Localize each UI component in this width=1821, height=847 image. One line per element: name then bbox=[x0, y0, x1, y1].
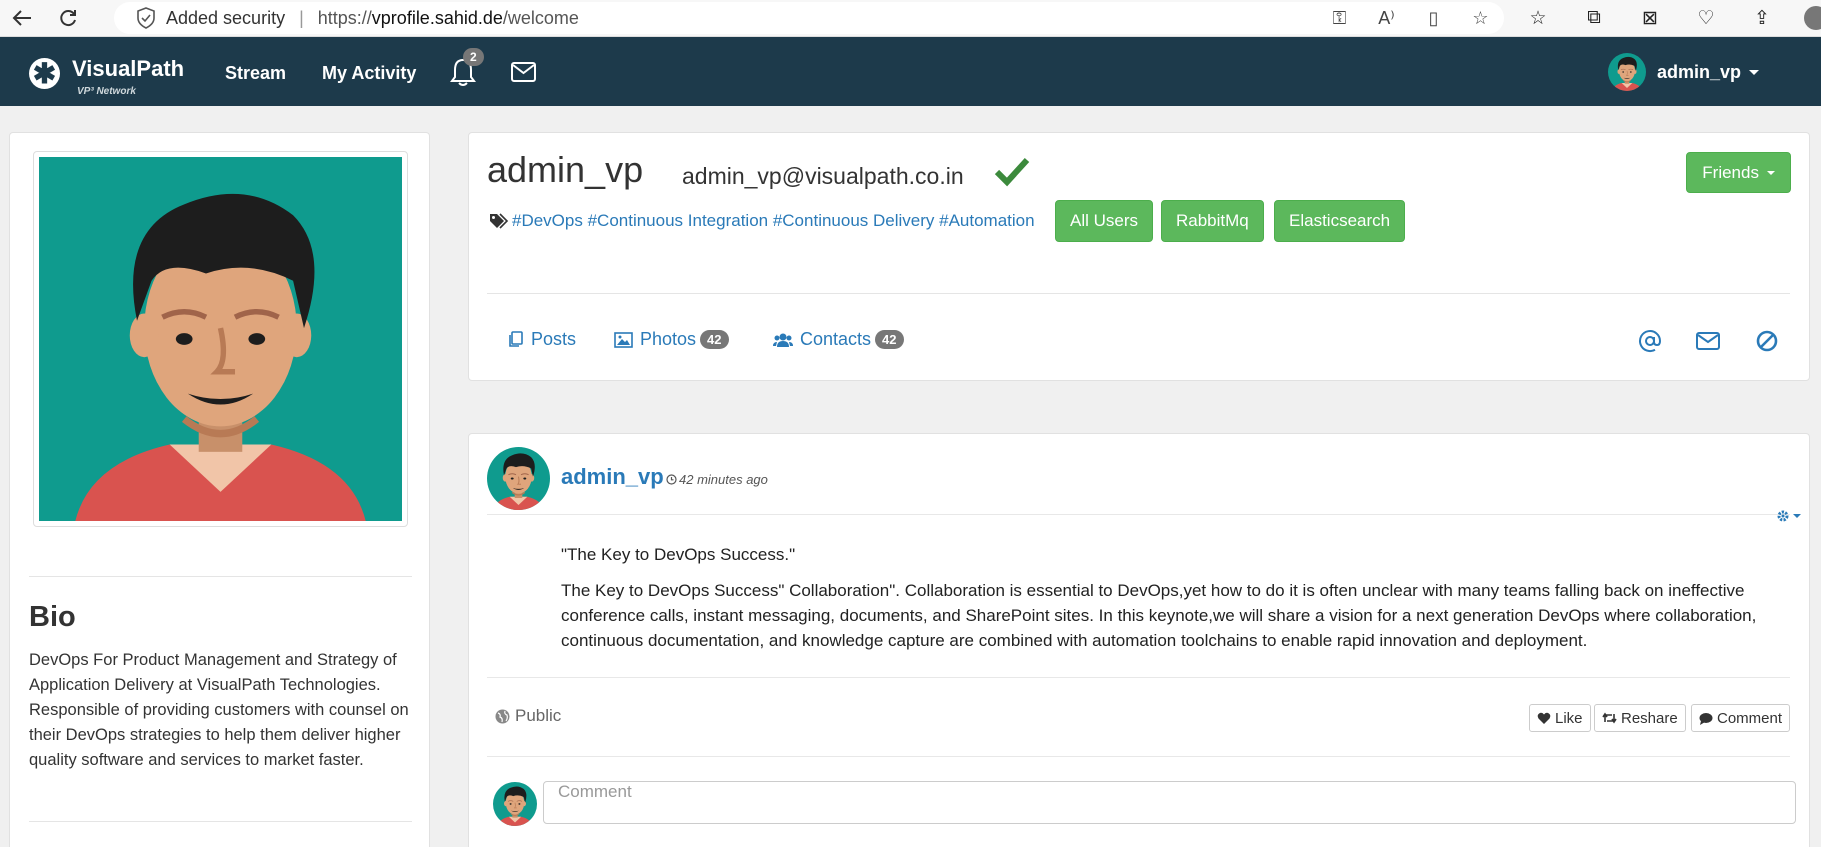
caret-down-icon bbox=[1749, 69, 1760, 75]
security-label: Added security bbox=[166, 7, 286, 28]
profile-header: admin_vp admin_vp@visualpath.co.in #DevO… bbox=[468, 132, 1810, 381]
brand-name[interactable]: VisualPath bbox=[72, 56, 184, 82]
divider bbox=[487, 677, 1790, 678]
divider bbox=[487, 756, 1790, 757]
url-host: vprofile.sahid.de bbox=[371, 7, 503, 28]
browser-essentials-icon[interactable]: ♡ bbox=[1678, 7, 1734, 30]
tab-contacts[interactable]: Contacts 42 bbox=[773, 329, 904, 350]
tab-posts-label: Posts bbox=[531, 329, 577, 349]
reshare-label: Reshare bbox=[1621, 709, 1678, 727]
envelope-icon[interactable] bbox=[1695, 329, 1721, 353]
contacts-icon bbox=[773, 333, 793, 347]
all-users-button[interactable]: All Users bbox=[1055, 200, 1154, 242]
profile-tags[interactable]: #DevOps #Continuous Integration #Continu… bbox=[512, 211, 1035, 231]
block-icon[interactable] bbox=[1754, 329, 1780, 353]
tab-posts[interactable]: Posts bbox=[507, 329, 576, 350]
bio-text: DevOps For Product Management and Strate… bbox=[29, 651, 409, 769]
user-menu-name: admin_vp bbox=[1657, 61, 1742, 82]
url-text[interactable]: https://vprofile.sahid.de/welcome bbox=[318, 8, 579, 29]
post-author[interactable]: admin_vp bbox=[561, 464, 664, 490]
share-icon[interactable]: ⇪ bbox=[1734, 7, 1790, 30]
photos-icon bbox=[614, 331, 633, 348]
brand-subtitle: VP³ Network bbox=[77, 86, 136, 97]
divider bbox=[487, 293, 1790, 294]
comment-button[interactable]: Comment bbox=[1691, 704, 1791, 732]
comment-input[interactable] bbox=[543, 781, 1796, 824]
rabbitmq-button[interactable]: RabbitMq bbox=[1161, 200, 1264, 242]
gear-icon[interactable] bbox=[1775, 508, 1803, 524]
post-time-text: 42 minutes ago bbox=[679, 472, 768, 487]
at-icon[interactable] bbox=[1637, 329, 1663, 353]
read-aloud-icon[interactable]: A⁾ bbox=[1363, 8, 1410, 29]
address-bar[interactable]: Added security | https://vprofile.sahid.… bbox=[114, 2, 1504, 34]
caret-down-icon bbox=[1766, 171, 1775, 176]
post-visibility: Public bbox=[495, 706, 561, 726]
refresh-icon[interactable] bbox=[54, 5, 82, 31]
photos-count-badge: 42 bbox=[700, 330, 729, 349]
verified-check-icon bbox=[994, 157, 1030, 187]
tab-photos-label: Photos bbox=[640, 329, 697, 349]
divider bbox=[29, 576, 412, 577]
friends-dropdown-button[interactable]: Friends bbox=[1686, 152, 1791, 193]
avatar bbox=[1608, 53, 1646, 91]
globe-icon bbox=[495, 709, 510, 723]
url-prefix: https:// bbox=[317, 7, 372, 28]
tab-photos[interactable]: Photos 42 bbox=[614, 329, 729, 350]
collections-icon[interactable]: ⧉ bbox=[1566, 7, 1622, 29]
posts-icon bbox=[509, 331, 523, 347]
tab-contacts-label: Contacts bbox=[800, 329, 872, 349]
profile-email: admin_vp@visualpath.co.in bbox=[682, 163, 964, 189]
immersive-reader-icon[interactable]: ▯ bbox=[1410, 8, 1457, 29]
post-timestamp: 42 minutes ago bbox=[666, 472, 768, 487]
contacts-count-badge: 42 bbox=[875, 330, 904, 349]
shield-icon bbox=[137, 7, 155, 29]
clock-icon bbox=[666, 474, 677, 485]
post-title: "The Key to DevOps Success." bbox=[561, 545, 796, 564]
envelope-icon[interactable] bbox=[511, 62, 536, 82]
friends-label: Friends bbox=[1702, 162, 1759, 182]
retweet-icon bbox=[1602, 712, 1617, 724]
profile-username: admin_vp bbox=[487, 149, 644, 190]
post-visibility-label: Public bbox=[515, 706, 562, 725]
bio-title: Bio bbox=[29, 601, 76, 633]
math-solver-icon[interactable]: ⊠ bbox=[1622, 7, 1678, 30]
notification-badge: 2 bbox=[463, 48, 484, 66]
address-separator: | bbox=[299, 7, 304, 28]
top-navbar: ✱ VisualPath VP³ Network Stream My Activ… bbox=[0, 37, 1821, 106]
key-icon[interactable]: ⚿ bbox=[1316, 8, 1363, 29]
brand-logo-icon[interactable]: ✱ bbox=[29, 58, 60, 89]
divider bbox=[29, 821, 412, 822]
browser-toolbar: Added security | https://vprofile.sahid.… bbox=[0, 0, 1821, 37]
comment-icon bbox=[1699, 712, 1713, 725]
add-favorite-icon[interactable]: ☆ bbox=[1457, 8, 1504, 29]
back-icon[interactable] bbox=[8, 5, 36, 31]
elasticsearch-button[interactable]: Elasticsearch bbox=[1274, 200, 1406, 242]
favorites-icon[interactable]: ☆ bbox=[1510, 7, 1566, 30]
profile-icon[interactable] bbox=[1804, 6, 1821, 30]
comment-label: Comment bbox=[1717, 709, 1783, 727]
heart-icon bbox=[1537, 712, 1551, 724]
post-body: The Key to DevOps Success" Collaboration… bbox=[561, 581, 1757, 650]
url-path: /welcome bbox=[502, 7, 579, 28]
post-author-avatar[interactable] bbox=[487, 447, 550, 510]
tags-icon bbox=[490, 213, 509, 229]
comment-avatar bbox=[493, 782, 537, 826]
post-card: admin_vp 42 minutes ago "The Key to DevO… bbox=[468, 433, 1810, 847]
profile-picture bbox=[33, 151, 408, 527]
user-menu[interactable]: admin_vp bbox=[1608, 47, 1760, 97]
nav-my-activity[interactable]: My Activity bbox=[322, 63, 416, 84]
like-label: Like bbox=[1555, 709, 1583, 727]
divider bbox=[487, 514, 1790, 515]
like-button[interactable]: Like bbox=[1529, 704, 1591, 732]
profile-sidebar: Bio DevOps For Product Management and St… bbox=[9, 132, 430, 847]
nav-stream[interactable]: Stream bbox=[225, 63, 286, 84]
reshare-button[interactable]: Reshare bbox=[1594, 704, 1686, 732]
